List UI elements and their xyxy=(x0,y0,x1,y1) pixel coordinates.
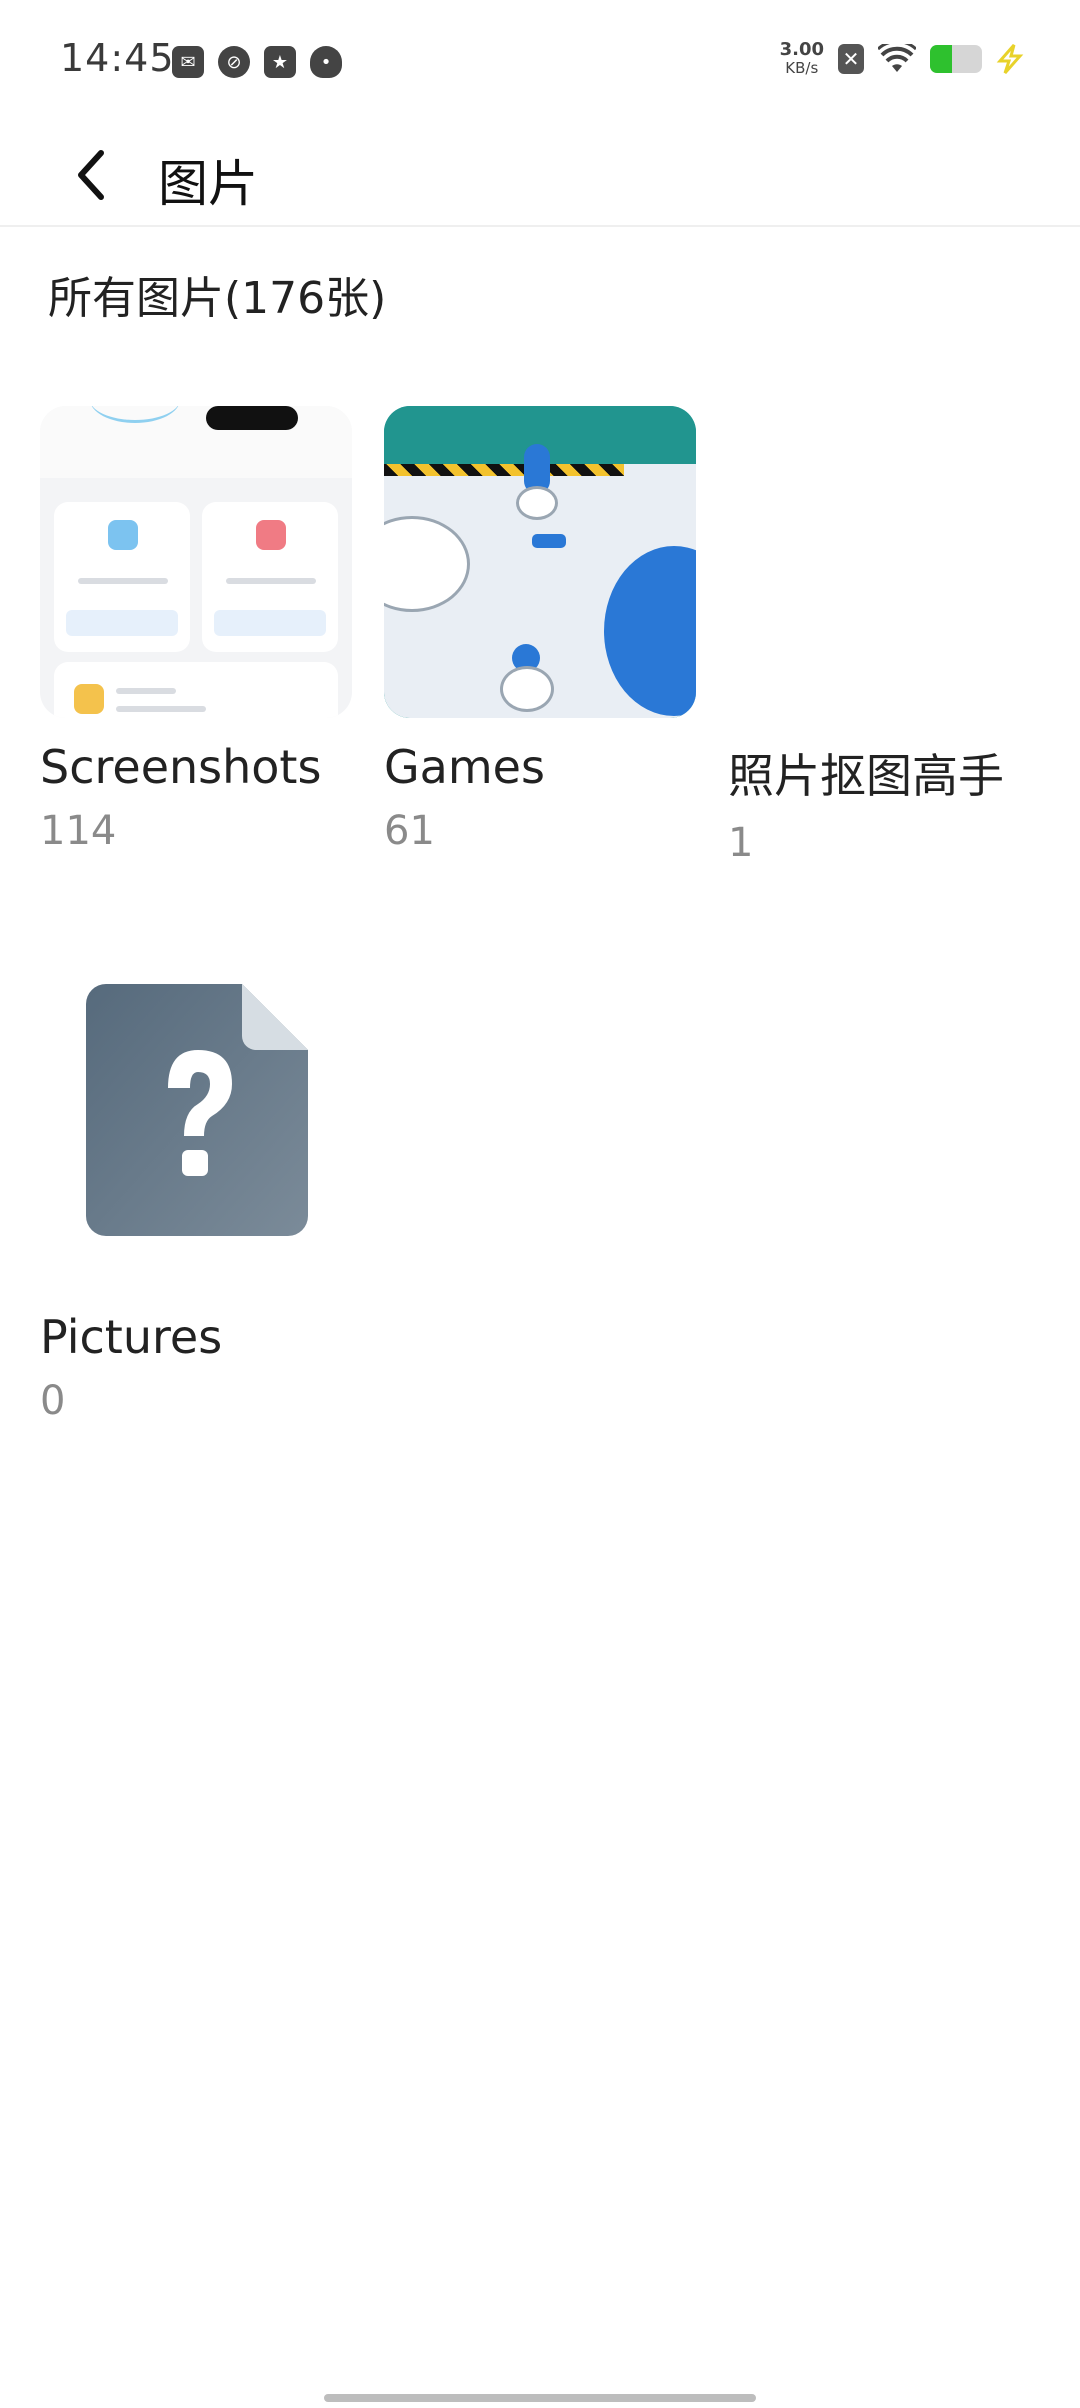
notification-app-icon: ✉ xyxy=(172,46,204,78)
album-name: 照片抠图高手 xyxy=(728,749,1004,803)
notification-icons: ✉ ⊘ ★ • xyxy=(172,46,342,78)
notification-app-icon: • xyxy=(310,46,342,78)
system-icons: 3.00 KB/s ✕ xyxy=(780,40,1024,78)
album-name: Games xyxy=(384,740,545,794)
charging-icon xyxy=(996,44,1024,74)
notification-app-icon: ⊘ xyxy=(218,46,250,78)
back-button[interactable] xyxy=(56,130,126,220)
album-count: 1 xyxy=(728,820,754,866)
unknown-file-icon xyxy=(86,984,308,1236)
album-count: 0 xyxy=(40,1378,66,1424)
gesture-bar[interactable] xyxy=(324,2394,756,2402)
album-thumbnail xyxy=(40,984,352,1236)
album-thumbnail xyxy=(728,406,1040,718)
network-speed: 3.00 KB/s xyxy=(779,39,824,77)
wifi-icon xyxy=(878,44,916,74)
album-games[interactable]: Games 61 xyxy=(384,406,704,854)
album-screenshots[interactable]: Screenshots 114 xyxy=(40,406,360,854)
album-thumbnail xyxy=(40,406,352,718)
chevron-left-icon xyxy=(78,150,104,200)
section-title: 所有图片(176张) xyxy=(48,273,387,324)
album-photo-cutout[interactable]: 照片抠图高手 1 xyxy=(728,406,1048,866)
album-name: Pictures xyxy=(40,1310,223,1364)
album-thumbnail xyxy=(384,406,696,718)
album-pictures[interactable]: Pictures 0 xyxy=(40,984,360,1424)
app-bar: 图片 xyxy=(0,130,1080,227)
status-time: 14:45 xyxy=(60,36,175,80)
album-name: Screenshots xyxy=(40,740,322,794)
page-title: 图片 xyxy=(158,155,258,213)
battery-level xyxy=(930,45,952,73)
battery-icon xyxy=(930,45,982,73)
notification-app-icon: ★ xyxy=(264,46,296,78)
status-bar: 14:45 ✉ ⊘ ★ • 3.00 KB/s ✕ xyxy=(0,0,1080,130)
sim-off-icon: ✕ xyxy=(838,44,864,74)
album-count: 61 xyxy=(384,808,435,854)
album-count: 114 xyxy=(40,808,117,854)
